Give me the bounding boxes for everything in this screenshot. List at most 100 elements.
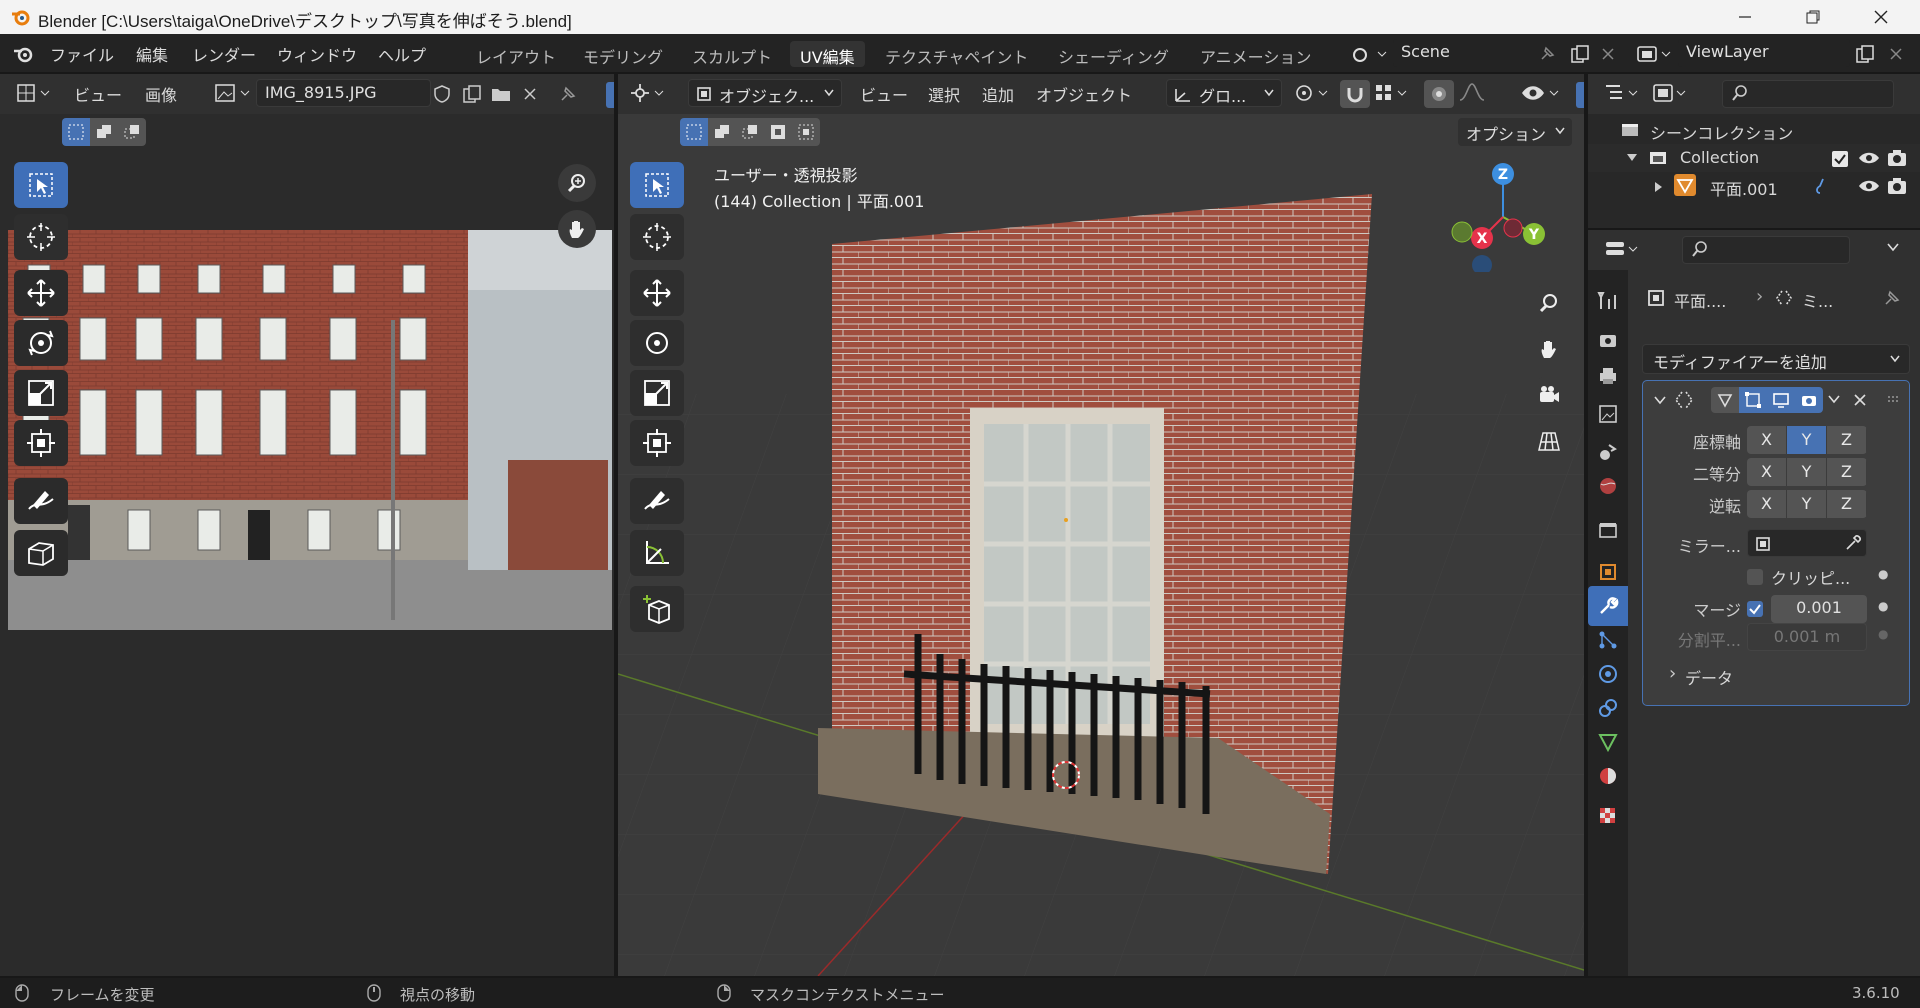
zoom-view-button[interactable] (558, 164, 596, 202)
collapse-chevron-down-icon[interactable] (1653, 395, 1667, 407)
minimize-button[interactable] (1716, 0, 1774, 34)
bisect-distance-field[interactable]: 0.001 m (1747, 623, 1867, 651)
viewport-header-region-toggle[interactable] (1576, 82, 1584, 108)
tool-transform[interactable] (14, 420, 68, 466)
tab-output[interactable] (1588, 356, 1628, 396)
expand-arrow-right-icon[interactable] (1654, 181, 1664, 193)
tab-sculpt[interactable]: スカルプト (682, 41, 782, 67)
tab-shading[interactable]: シェーディング (1048, 41, 1179, 67)
vp-select-intersect-button[interactable] (792, 118, 820, 146)
image-menu-image[interactable]: 画像 (145, 82, 177, 106)
vp-tool-rotate[interactable] (630, 320, 684, 366)
falloff-curve-icon[interactable] (1458, 82, 1494, 104)
eye-icon[interactable] (1858, 149, 1880, 167)
keyframe-dot-icon[interactable]: ● (1878, 627, 1888, 641)
keyframe-dot-icon[interactable]: ● (1878, 599, 1888, 613)
properties-pin-icon[interactable] (1882, 288, 1902, 308)
flip-y-toggle[interactable]: Y (1787, 490, 1827, 518)
vp-zoom-button[interactable] (1530, 284, 1568, 322)
snap-increment-icon[interactable] (1374, 82, 1410, 104)
vp-tool-move[interactable] (630, 270, 684, 316)
properties-search-input[interactable] (1682, 236, 1850, 264)
tool-move[interactable] (14, 270, 68, 316)
vp-tool-cursor[interactable] (630, 214, 684, 260)
pin-icon[interactable] (1538, 45, 1556, 63)
scene-icon[interactable] (1350, 43, 1390, 65)
tool-scale[interactable] (14, 370, 68, 416)
fake-user-shield-icon[interactable] (432, 84, 452, 104)
vp-tool-scale[interactable] (630, 370, 684, 416)
tab-tool[interactable] (1588, 280, 1628, 320)
vp-pan-button[interactable] (1530, 330, 1568, 368)
tool-annotate[interactable] (14, 478, 68, 524)
axis-y-toggle[interactable]: Y (1787, 426, 1827, 454)
tab-render[interactable] (1588, 320, 1628, 360)
image-browse-icon[interactable] (214, 82, 254, 104)
menu-help[interactable]: ヘルプ (378, 42, 426, 66)
delete-scene-icon[interactable] (1600, 46, 1616, 62)
transform-orientation-dropdown[interactable]: グロ... (1166, 79, 1282, 107)
render-camera-icon[interactable] (1886, 176, 1908, 196)
vp-select-new-button[interactable] (680, 118, 708, 146)
modifier-menu-chevron-icon[interactable] (1827, 394, 1841, 406)
open-image-folder-icon[interactable] (490, 84, 512, 104)
new-scene-icon[interactable] (1570, 44, 1590, 64)
proportional-edit-button[interactable] (1424, 80, 1454, 108)
viewport-display-toggle[interactable] (1767, 387, 1795, 413)
axis-x-toggle[interactable]: X (1747, 426, 1787, 454)
maximize-button[interactable] (1784, 0, 1842, 34)
tab-texture[interactable] (1588, 796, 1628, 836)
view-layer-icon[interactable] (1636, 43, 1674, 65)
tool-rotate[interactable] (14, 320, 68, 366)
vp-tool-annotate[interactable] (630, 478, 684, 524)
vp-select-subtract-button[interactable] (736, 118, 764, 146)
clipping-checkbox[interactable] (1747, 569, 1763, 585)
vp-tool-transform[interactable] (630, 420, 684, 466)
editor-type-3d-icon[interactable] (630, 82, 668, 104)
tab-collection[interactable] (1588, 510, 1628, 550)
select-extend-button[interactable] (90, 118, 118, 146)
eye-icon[interactable] (1858, 177, 1880, 195)
tab-texture-paint[interactable]: テクスチャペイント (875, 41, 1038, 67)
menu-render[interactable]: レンダー (192, 42, 256, 66)
mirror-object-field[interactable] (1747, 529, 1867, 557)
navigation-gizmo[interactable]: Z Y X (1448, 162, 1558, 272)
view-layer-field[interactable]: ViewLayer (1678, 39, 1850, 67)
tool-grab-uv[interactable] (14, 530, 68, 576)
menu-file[interactable]: ファイル (50, 42, 114, 66)
menu-window[interactable]: ウィンドウ (277, 42, 357, 66)
new-view-layer-icon[interactable] (1855, 44, 1875, 64)
tab-layout[interactable]: レイアウト (466, 41, 566, 67)
bisect-x-toggle[interactable]: X (1747, 458, 1787, 486)
remove-modifier-icon[interactable] (1853, 393, 1867, 407)
eyedropper-icon[interactable] (1844, 534, 1862, 552)
tab-animation[interactable]: アニメーション (1190, 41, 1321, 67)
visibility-eye-icon[interactable] (1520, 82, 1560, 104)
unlink-image-icon[interactable] (522, 86, 538, 102)
vp-tool-add-cube[interactable] (630, 586, 684, 632)
vp-select-extend-button[interactable] (708, 118, 736, 146)
flip-x-toggle[interactable]: X (1747, 490, 1787, 518)
render-toggle[interactable] (1795, 387, 1823, 413)
bisect-z-toggle[interactable]: Z (1827, 458, 1867, 486)
pan-view-button[interactable] (558, 210, 596, 248)
options-dropdown[interactable]: オプション (1458, 118, 1572, 146)
expand-arrow-down-icon[interactable] (1626, 153, 1638, 163)
chevron-down-icon[interactable] (1886, 242, 1900, 254)
outliner-search-input[interactable] (1722, 80, 1894, 108)
outliner-row-object[interactable]: 平面.001 (1588, 172, 1920, 200)
drag-handle-icon[interactable] (1887, 395, 1901, 403)
viewport-menu-view[interactable]: ビュー (860, 82, 908, 106)
editor-type-properties-icon[interactable] (1604, 238, 1642, 260)
keyframe-dot-icon[interactable]: ● (1878, 567, 1888, 581)
image-menu-view[interactable]: ビュー (74, 82, 122, 106)
scene-name-field[interactable]: Scene (1393, 39, 1585, 67)
render-camera-icon[interactable] (1886, 148, 1908, 168)
tab-view-layer[interactable] (1588, 394, 1628, 434)
blender-menu-icon[interactable] (12, 44, 36, 64)
menu-edit[interactable]: 編集 (136, 42, 168, 66)
flip-z-toggle[interactable]: Z (1827, 490, 1867, 518)
pivot-point-icon[interactable] (1294, 82, 1330, 104)
tab-material[interactable] (1588, 756, 1628, 796)
merge-distance-field[interactable]: 0.001 (1771, 595, 1867, 623)
